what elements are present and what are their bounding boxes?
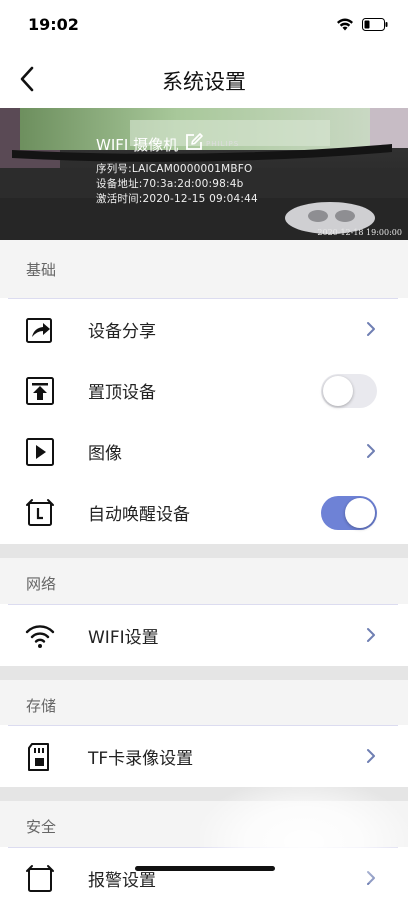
edit-name-button[interactable]: [184, 132, 204, 156]
status-time: 19:02: [28, 15, 79, 34]
camera-info: WIFI 摄像机 序列号:LAICAM0000001MBFO 设备地址:70:3…: [96, 132, 258, 207]
section-title-network: 网络: [26, 575, 57, 593]
wifi-icon: [25, 625, 55, 648]
auto-wake-toggle[interactable]: [321, 496, 377, 530]
section-header-basic: 基础: [0, 240, 408, 298]
camera-preview-banner: PHILIPS WIFI 摄像机 序列号:LAICAM0000001MBFO 设…: [0, 108, 408, 240]
row-image[interactable]: 图像: [0, 421, 408, 482]
sd-card-icon: [28, 743, 49, 771]
chevron-right-icon: [367, 322, 375, 336]
toggle-knob: [345, 498, 375, 528]
section-gap: [0, 666, 408, 680]
wake-device-icon: [26, 499, 54, 526]
share-icon: [26, 318, 52, 343]
row-pin-top-device: 置顶设备: [0, 360, 408, 421]
section-title-security: 安全: [26, 818, 57, 836]
row-device-share[interactable]: 设备分享: [0, 299, 408, 360]
row-auto-wake: 自动唤醒设备: [0, 482, 408, 543]
page-title: 系统设置: [162, 70, 246, 94]
status-icons: [336, 16, 388, 35]
row-label: TF卡录像设置: [88, 749, 194, 769]
section-gap: [0, 544, 408, 558]
section-header-network: 网络: [0, 558, 408, 604]
section-header-storage: 存储: [0, 680, 408, 725]
section-title-storage: 存储: [26, 697, 57, 715]
edit-icon: [186, 133, 203, 150]
camera-name: WIFI 摄像机: [96, 135, 179, 154]
alarm-icon: [26, 865, 54, 892]
chevron-right-icon: [367, 444, 375, 458]
chevron-right-icon: [367, 749, 375, 763]
pin-top-icon: [26, 377, 54, 405]
row-tf-card-recording[interactable]: TF卡录像设置: [0, 726, 408, 787]
battery-icon: [362, 16, 388, 35]
camera-serial: 序列号:LAICAM0000001MBFO: [96, 163, 253, 175]
pin-top-toggle[interactable]: [321, 374, 377, 408]
row-wifi-settings[interactable]: WIFI设置: [0, 605, 408, 666]
row-label: WIFI设置: [88, 628, 159, 648]
nav-bar: 系统设置: [0, 50, 408, 108]
camera-activated: 激活时间:2020-12-15 09:04:44: [96, 193, 258, 205]
status-bar: 19:02: [0, 0, 408, 50]
row-label: 图像: [88, 444, 122, 464]
section-title-basic: 基础: [26, 261, 57, 279]
snapshot-timestamp: 2020-12-18 19:00:00: [317, 228, 402, 237]
toggle-knob: [323, 376, 353, 406]
row-label: 自动唤醒设备: [88, 505, 190, 525]
chevron-right-icon: [367, 628, 375, 642]
home-indicator[interactable]: [135, 866, 275, 871]
row-label: 置顶设备: [88, 383, 156, 403]
camera-address: 设备地址:70:3a:2d:00:98:4b: [96, 178, 244, 190]
play-image-icon: [26, 438, 54, 466]
wifi-signal-icon: [336, 16, 354, 35]
row-label: 设备分享: [88, 322, 156, 342]
